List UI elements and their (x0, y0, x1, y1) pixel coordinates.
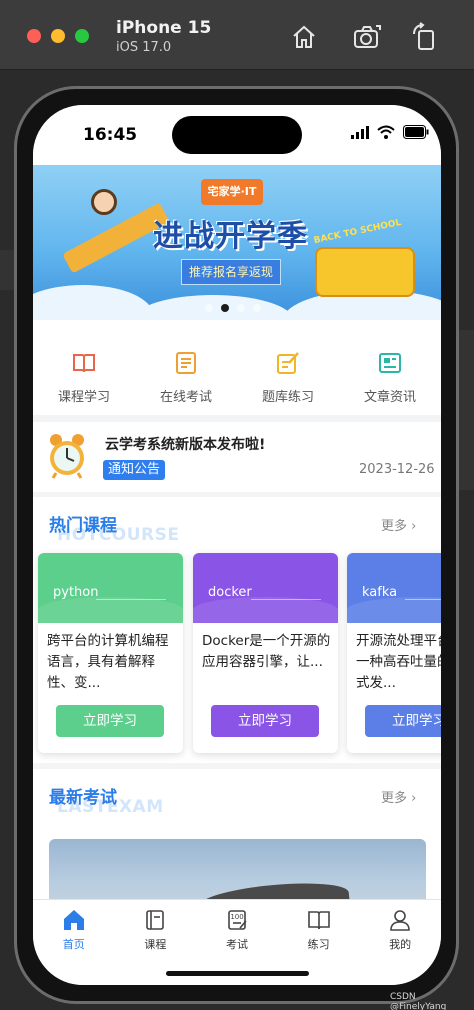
background-editor (459, 330, 474, 490)
signal-icon (351, 126, 369, 139)
course-cover: python (38, 553, 183, 623)
start-learning-button[interactable]: 立即学习 (365, 705, 441, 737)
screenshot-icon[interactable] (352, 22, 382, 52)
course-name: docker (208, 585, 252, 600)
more-label: 更多 (381, 519, 408, 534)
svg-text:100: 100 (230, 913, 243, 921)
course-card[interactable]: python 跨平台的计算机编程语言，具有着解释性、变... 立即学习 (38, 553, 183, 753)
notice-date: 2023-12-26 (359, 462, 435, 477)
course-name: kafka (362, 585, 398, 600)
promo-banner[interactable]: 宅家学·IT 进战开学季 推荐报名享返现 BACK TO SCHOOL (33, 165, 441, 320)
more-link[interactable]: 更多 › (381, 515, 416, 534)
open-book-icon (307, 911, 330, 930)
background-editor (0, 250, 14, 290)
chevron-right-icon: › (411, 519, 417, 534)
school-bus-illustration (315, 247, 415, 297)
tab-label: 练习 (307, 938, 330, 951)
tab-label: 考试 (225, 938, 248, 951)
course-description: Docker是一个开源的应用容器引擎，让... (202, 633, 331, 670)
battery-icon (403, 125, 429, 139)
course-name: python (53, 585, 99, 600)
watermark: CSDN @FinelyYang (390, 992, 447, 1010)
status-bar: 16:45 (33, 105, 441, 165)
category-articles[interactable]: 文章资讯 (339, 320, 441, 415)
latest-exams-section: 最新考试 LASTEXAM 更多 › (33, 769, 441, 919)
start-learning-button[interactable]: 立即学习 (211, 705, 319, 737)
exam-form-icon (176, 352, 196, 374)
close-window-button[interactable] (27, 29, 41, 43)
more-label: 更多 (381, 791, 408, 806)
start-learning-button[interactable]: 立即学习 (56, 705, 164, 737)
category-course-study[interactable]: 课程学习 (33, 320, 135, 415)
tab-mine[interactable]: 我的 (359, 900, 441, 985)
minimize-window-button[interactable] (51, 29, 65, 43)
chevron-right-icon: › (411, 791, 417, 806)
banner-tagline: BACK TO SCHOOL (312, 217, 403, 247)
status-icons (351, 125, 429, 139)
category-label: 课程学习 (57, 390, 110, 405)
wifi-icon (377, 125, 395, 139)
rotate-icon[interactable] (410, 22, 440, 52)
banner-headline: 进战开学季 (153, 219, 308, 254)
course-book-icon (146, 910, 165, 930)
tab-label: 首页 (62, 938, 85, 951)
tab-label: 我的 (389, 938, 412, 951)
category-question-bank[interactable]: 题库练习 (237, 320, 339, 415)
user-icon (390, 910, 410, 931)
device-name: iPhone 15 (116, 18, 212, 38)
zoom-window-button[interactable] (75, 29, 89, 43)
notice-card[interactable]: 云学考系统新版本发布啦! 通知公告 2023-12-26 (33, 422, 441, 492)
status-time: 16:45 (83, 125, 138, 145)
hot-courses-section: 热门课程 HOTCOURSE 更多 › python 跨平台的计算机编程语言，具… (33, 497, 441, 763)
home-tab-icon (63, 910, 84, 930)
pagination-dot-active[interactable] (221, 304, 229, 312)
course-card[interactable]: kafka 开源流处理平台，是一种高吞吐量的分布式发... 立即学习 (347, 553, 441, 753)
more-link[interactable]: 更多 › (381, 787, 416, 806)
os-version: iOS 17.0 (116, 40, 172, 55)
home-icon[interactable] (289, 22, 319, 52)
banner-pagination (205, 304, 261, 312)
course-cover: docker (193, 553, 338, 623)
pagination-dot[interactable] (205, 304, 213, 312)
category-label: 文章资讯 (363, 390, 416, 405)
pagination-dot[interactable] (253, 304, 261, 312)
category-label: 题库练习 (261, 390, 314, 405)
banner-promo-button[interactable]: 推荐报名享返现 (181, 259, 281, 285)
tab-label: 课程 (144, 938, 167, 951)
course-cover: kafka (347, 553, 441, 623)
notice-title: 云学考系统新版本发布啦! (105, 437, 266, 453)
dynamic-island (172, 116, 302, 154)
tab-home[interactable]: 首页 (33, 900, 115, 985)
book-icon (73, 354, 95, 373)
article-icon (379, 353, 401, 373)
home-indicator[interactable] (166, 971, 309, 976)
banner-logo: 宅家学·IT (201, 179, 263, 205)
app-screen: 16:45 宅家学·IT 进战开学季 推荐报名享返现 BACK TO SCHOO… (33, 105, 441, 985)
category-grid: 课程学习 在线考试 题库练习 文章资讯 (33, 320, 441, 415)
notice-tag: 通知公告 (103, 460, 166, 480)
edit-note-icon (277, 352, 299, 374)
pagination-dot[interactable] (237, 304, 245, 312)
category-label: 在线考试 (159, 390, 212, 405)
alarm-clock-icon (50, 434, 84, 479)
simulator-title-bar: iPhone 15 iOS 17.0 (0, 0, 474, 70)
exam-score-icon: 100 (228, 910, 247, 930)
course-card[interactable]: docker Docker是一个开源的应用容器引擎，让... 立即学习 (193, 553, 338, 753)
kid-illustration (91, 189, 117, 215)
course-description: 开源流处理平台，是一种高吞吐量的分布式发... (356, 633, 441, 691)
category-online-exam[interactable]: 在线考试 (135, 320, 237, 415)
course-description: 跨平台的计算机编程语言，具有着解释性、变... (47, 633, 169, 691)
section-title: 最新考试 (49, 788, 117, 808)
section-title: 热门课程 (49, 516, 117, 536)
